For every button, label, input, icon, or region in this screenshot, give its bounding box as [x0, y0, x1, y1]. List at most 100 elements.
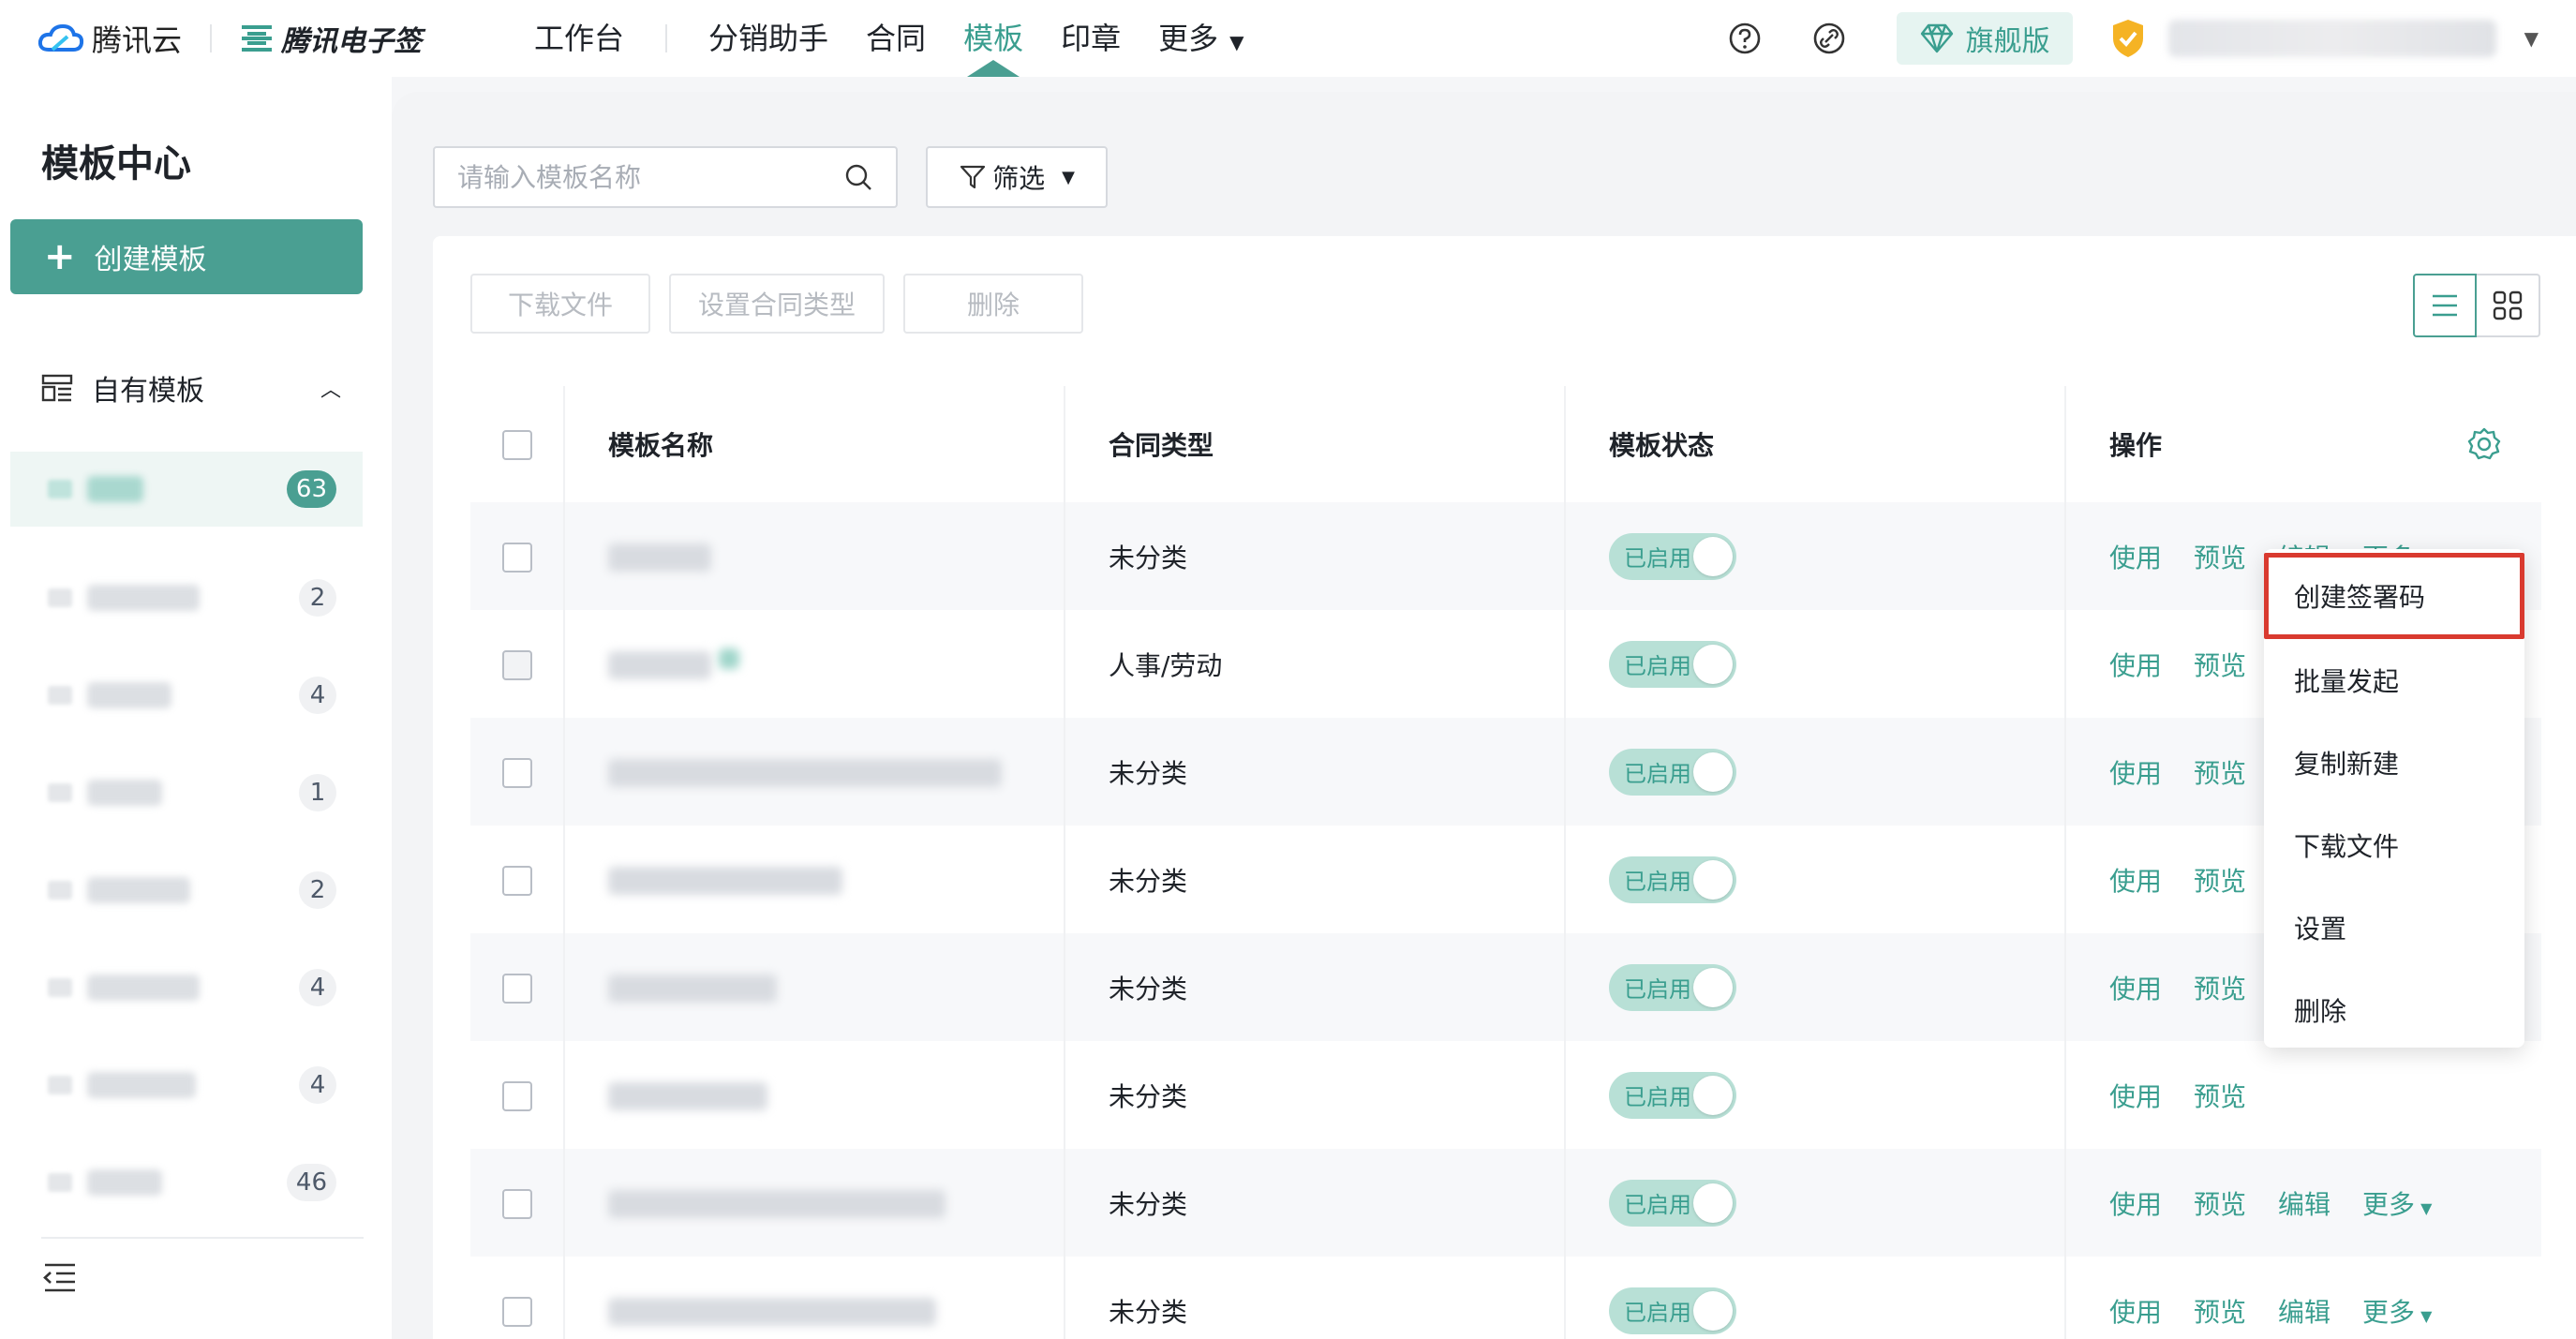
search-box[interactable]: [433, 146, 898, 208]
row-checkbox[interactable]: [501, 542, 532, 573]
preview-link[interactable]: 预览: [2194, 758, 2246, 789]
row-checkbox[interactable]: [501, 1080, 532, 1111]
preview-link[interactable]: 预览: [2194, 543, 2246, 573]
status-toggle[interactable]: 已启用: [1609, 532, 1736, 580]
own-templates-group[interactable]: 自有模板 ︿: [41, 367, 341, 409]
header-op: 操作: [2065, 386, 2541, 502]
nav-separator: [665, 24, 668, 52]
select-all-checkbox[interactable]: [501, 430, 532, 460]
collapse-sidebar-icon[interactable]: [41, 1261, 79, 1295]
row-checkbox[interactable]: [501, 757, 532, 788]
more-link[interactable]: 更多▼: [2362, 1297, 2432, 1328]
link-icon[interactable]: [1812, 22, 1846, 55]
delete-button[interactable]: 删除: [903, 274, 1083, 334]
folder-list: 63 2 4 1 2 4 4 46: [10, 452, 363, 1231]
gear-icon[interactable]: [2466, 426, 2502, 462]
table-row[interactable]: 未分类 已启用 使用 预览: [470, 718, 2541, 826]
create-template-button[interactable]: + 创建模板: [10, 219, 363, 294]
menu-item-settings[interactable]: 设置: [2264, 886, 2524, 969]
nav-item-workbench[interactable]: 工作台: [534, 0, 624, 77]
folder-item[interactable]: 4: [10, 1036, 363, 1134]
folder-item[interactable]: 2: [10, 841, 363, 939]
row-checkbox[interactable]: [501, 1188, 532, 1219]
folder-item[interactable]: 63: [10, 452, 363, 527]
template-name-redacted[interactable]: [608, 974, 777, 1003]
nav-item-contract[interactable]: 合同: [866, 0, 926, 77]
row-checkbox[interactable]: [501, 649, 532, 680]
status-toggle[interactable]: 已启用: [1609, 1179, 1736, 1227]
template-name-redacted[interactable]: [608, 1190, 946, 1218]
template-name-redacted[interactable]: [608, 543, 711, 572]
status-toggle[interactable]: 已启用: [1609, 1287, 1736, 1334]
use-link[interactable]: 使用: [2109, 974, 2162, 1004]
folder-item[interactable]: 2: [10, 549, 363, 647]
edit-link[interactable]: 编辑: [2278, 1189, 2330, 1220]
set-contract-type-button[interactable]: 设置合同类型: [669, 274, 885, 334]
org-name-redacted[interactable]: [2167, 20, 2496, 57]
preview-link[interactable]: 预览: [2194, 650, 2246, 681]
menu-item-download-file[interactable]: 下载文件: [2264, 804, 2524, 886]
chevron-up-icon[interactable]: ︿: [320, 373, 341, 403]
nav-item-more[interactable]: 更多 ▼: [1158, 0, 1243, 77]
filter-button[interactable]: 筛选 ▼: [926, 146, 1108, 208]
folder-item[interactable]: 1: [10, 744, 363, 841]
list-view-button[interactable]: [2413, 274, 2477, 337]
menu-item-delete[interactable]: 删除: [2264, 969, 2524, 1051]
grid-view-button[interactable]: [2477, 274, 2540, 337]
use-link[interactable]: 使用: [2109, 1189, 2162, 1220]
table-row[interactable]: 未分类 已启用 使用 预览: [470, 933, 2541, 1041]
row-checkbox[interactable]: [501, 973, 532, 1004]
status-toggle[interactable]: 已启用: [1609, 963, 1736, 1011]
template-name-redacted[interactable]: [608, 651, 711, 679]
folder-name-redacted: [87, 1072, 196, 1098]
use-link[interactable]: 使用: [2109, 1081, 2162, 1112]
preview-link[interactable]: 预览: [2194, 1297, 2246, 1328]
template-name-redacted[interactable]: [608, 1298, 936, 1326]
preview-link[interactable]: 预览: [2194, 866, 2246, 897]
table-row[interactable]: 未分类 已启用 使用预览编辑更多▼: [470, 502, 2541, 610]
more-link[interactable]: 更多▼: [2362, 1189, 2432, 1220]
search-icon[interactable]: [843, 162, 873, 192]
row-checkbox[interactable]: [501, 1296, 532, 1327]
use-link[interactable]: 使用: [2109, 866, 2162, 897]
table-row[interactable]: 未分类 已启用 使用 预览: [470, 826, 2541, 933]
table-row[interactable]: 未分类 已启用 使用预览编辑更多▼: [470, 1257, 2541, 1339]
folder-item[interactable]: 4: [10, 939, 363, 1036]
brand[interactable]: 腾讯云 腾讯电子签: [37, 17, 422, 60]
help-icon[interactable]: [1728, 22, 1762, 55]
nav-item-template[interactable]: 模板: [963, 0, 1023, 77]
folder-item[interactable]: 46: [10, 1134, 363, 1231]
row-check-cell: [470, 502, 565, 610]
preview-link[interactable]: 预览: [2194, 1189, 2246, 1220]
account-caret-down-icon[interactable]: ▼: [2524, 27, 2539, 50]
download-file-button[interactable]: 下载文件: [470, 274, 650, 334]
nav-item-seal[interactable]: 印章: [1061, 0, 1121, 77]
status-toggle[interactable]: 已启用: [1609, 855, 1736, 903]
preview-link[interactable]: 预览: [2194, 974, 2246, 1004]
search-input[interactable]: [457, 161, 843, 193]
template-name-redacted[interactable]: [608, 1082, 767, 1110]
use-link[interactable]: 使用: [2109, 650, 2162, 681]
nav-item-distribution[interactable]: 分销助手: [708, 0, 828, 77]
use-link[interactable]: 使用: [2109, 1297, 2162, 1328]
use-link[interactable]: 使用: [2109, 758, 2162, 789]
table-row[interactable]: 人事/劳动 已启用 使用 预览: [470, 610, 2541, 718]
menu-item-create-sign-code[interactable]: 创建签署码: [2264, 553, 2524, 639]
folder-item[interactable]: 4: [10, 647, 363, 744]
list-view-icon: [2433, 294, 2457, 317]
preview-link[interactable]: 预览: [2194, 1081, 2246, 1112]
status-toggle[interactable]: 已启用: [1609, 748, 1736, 796]
edit-link[interactable]: 编辑: [2278, 1297, 2330, 1328]
template-name-redacted[interactable]: [608, 759, 1002, 787]
menu-item-copy-new[interactable]: 复制新建: [2264, 722, 2524, 804]
row-checkbox[interactable]: [501, 865, 532, 896]
menu-item-batch-initiate[interactable]: 批量发起: [2264, 639, 2524, 722]
use-link[interactable]: 使用: [2109, 543, 2162, 573]
status-toggle[interactable]: 已启用: [1609, 640, 1736, 688]
status-toggle[interactable]: 已启用: [1609, 1071, 1736, 1119]
plan-badge[interactable]: 旗舰版: [1896, 12, 2073, 65]
table-row[interactable]: 未分类 已启用 使用预览编辑更多▼: [470, 1149, 2541, 1257]
template-name-redacted[interactable]: [608, 867, 842, 895]
header-state: 模板状态: [1565, 386, 2066, 502]
table-row[interactable]: 未分类 已启用 使用 预览: [470, 1041, 2541, 1149]
